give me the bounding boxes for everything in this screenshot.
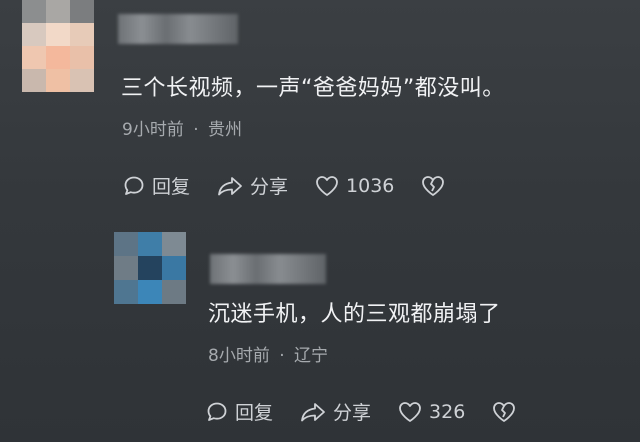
meta-separator: ·	[279, 346, 285, 366]
reply-button[interactable]: 回复	[122, 172, 190, 199]
broken-heart-icon	[422, 175, 445, 196]
heart-icon	[399, 401, 421, 422]
username[interactable]	[118, 14, 238, 44]
like-button[interactable]: 1036	[314, 174, 394, 198]
like-count: 326	[429, 400, 466, 423]
reply-label: 回复	[235, 402, 274, 424]
reply-comment-location: 辽宁	[294, 346, 329, 366]
share-button[interactable]: 分享	[216, 172, 288, 199]
reply-comment-text: 沉迷手机，人的三观都崩塌了	[208, 302, 501, 327]
share-label: 分享	[333, 402, 372, 424]
reply-comment-actions: 回复 分享 326	[205, 398, 549, 425]
meta-separator: ·	[193, 120, 199, 140]
avatar[interactable]	[22, 0, 94, 92]
like-count: 1036	[346, 174, 395, 197]
comment-text: 三个长视频，一声“爸爸妈妈”都没叫。	[121, 76, 505, 101]
comment-location: 贵州	[208, 120, 243, 140]
share-label: 分享	[250, 176, 289, 198]
dislike-button[interactable]	[420, 174, 452, 198]
like-button[interactable]: 326	[397, 400, 465, 424]
reply-button[interactable]: 回复	[205, 398, 273, 425]
comment-time: 9小时前	[122, 120, 184, 140]
reply-icon	[124, 176, 144, 195]
heart-icon	[316, 175, 338, 196]
share-icon	[301, 402, 325, 421]
comment-meta: 9小时前 · 贵州	[122, 115, 242, 140]
reply-username[interactable]	[210, 254, 326, 284]
dislike-button[interactable]	[491, 400, 523, 424]
broken-heart-icon	[493, 401, 516, 422]
reply-avatar[interactable]	[114, 232, 186, 304]
reply-icon	[207, 402, 227, 421]
share-icon	[218, 176, 242, 195]
reply-label: 回复	[152, 176, 191, 198]
reply-comment-meta: 8小时前 · 辽宁	[208, 341, 328, 366]
share-button[interactable]: 分享	[299, 398, 371, 425]
comment-actions: 回复 分享 1036	[122, 172, 478, 199]
reply-comment-time: 8小时前	[208, 346, 270, 366]
